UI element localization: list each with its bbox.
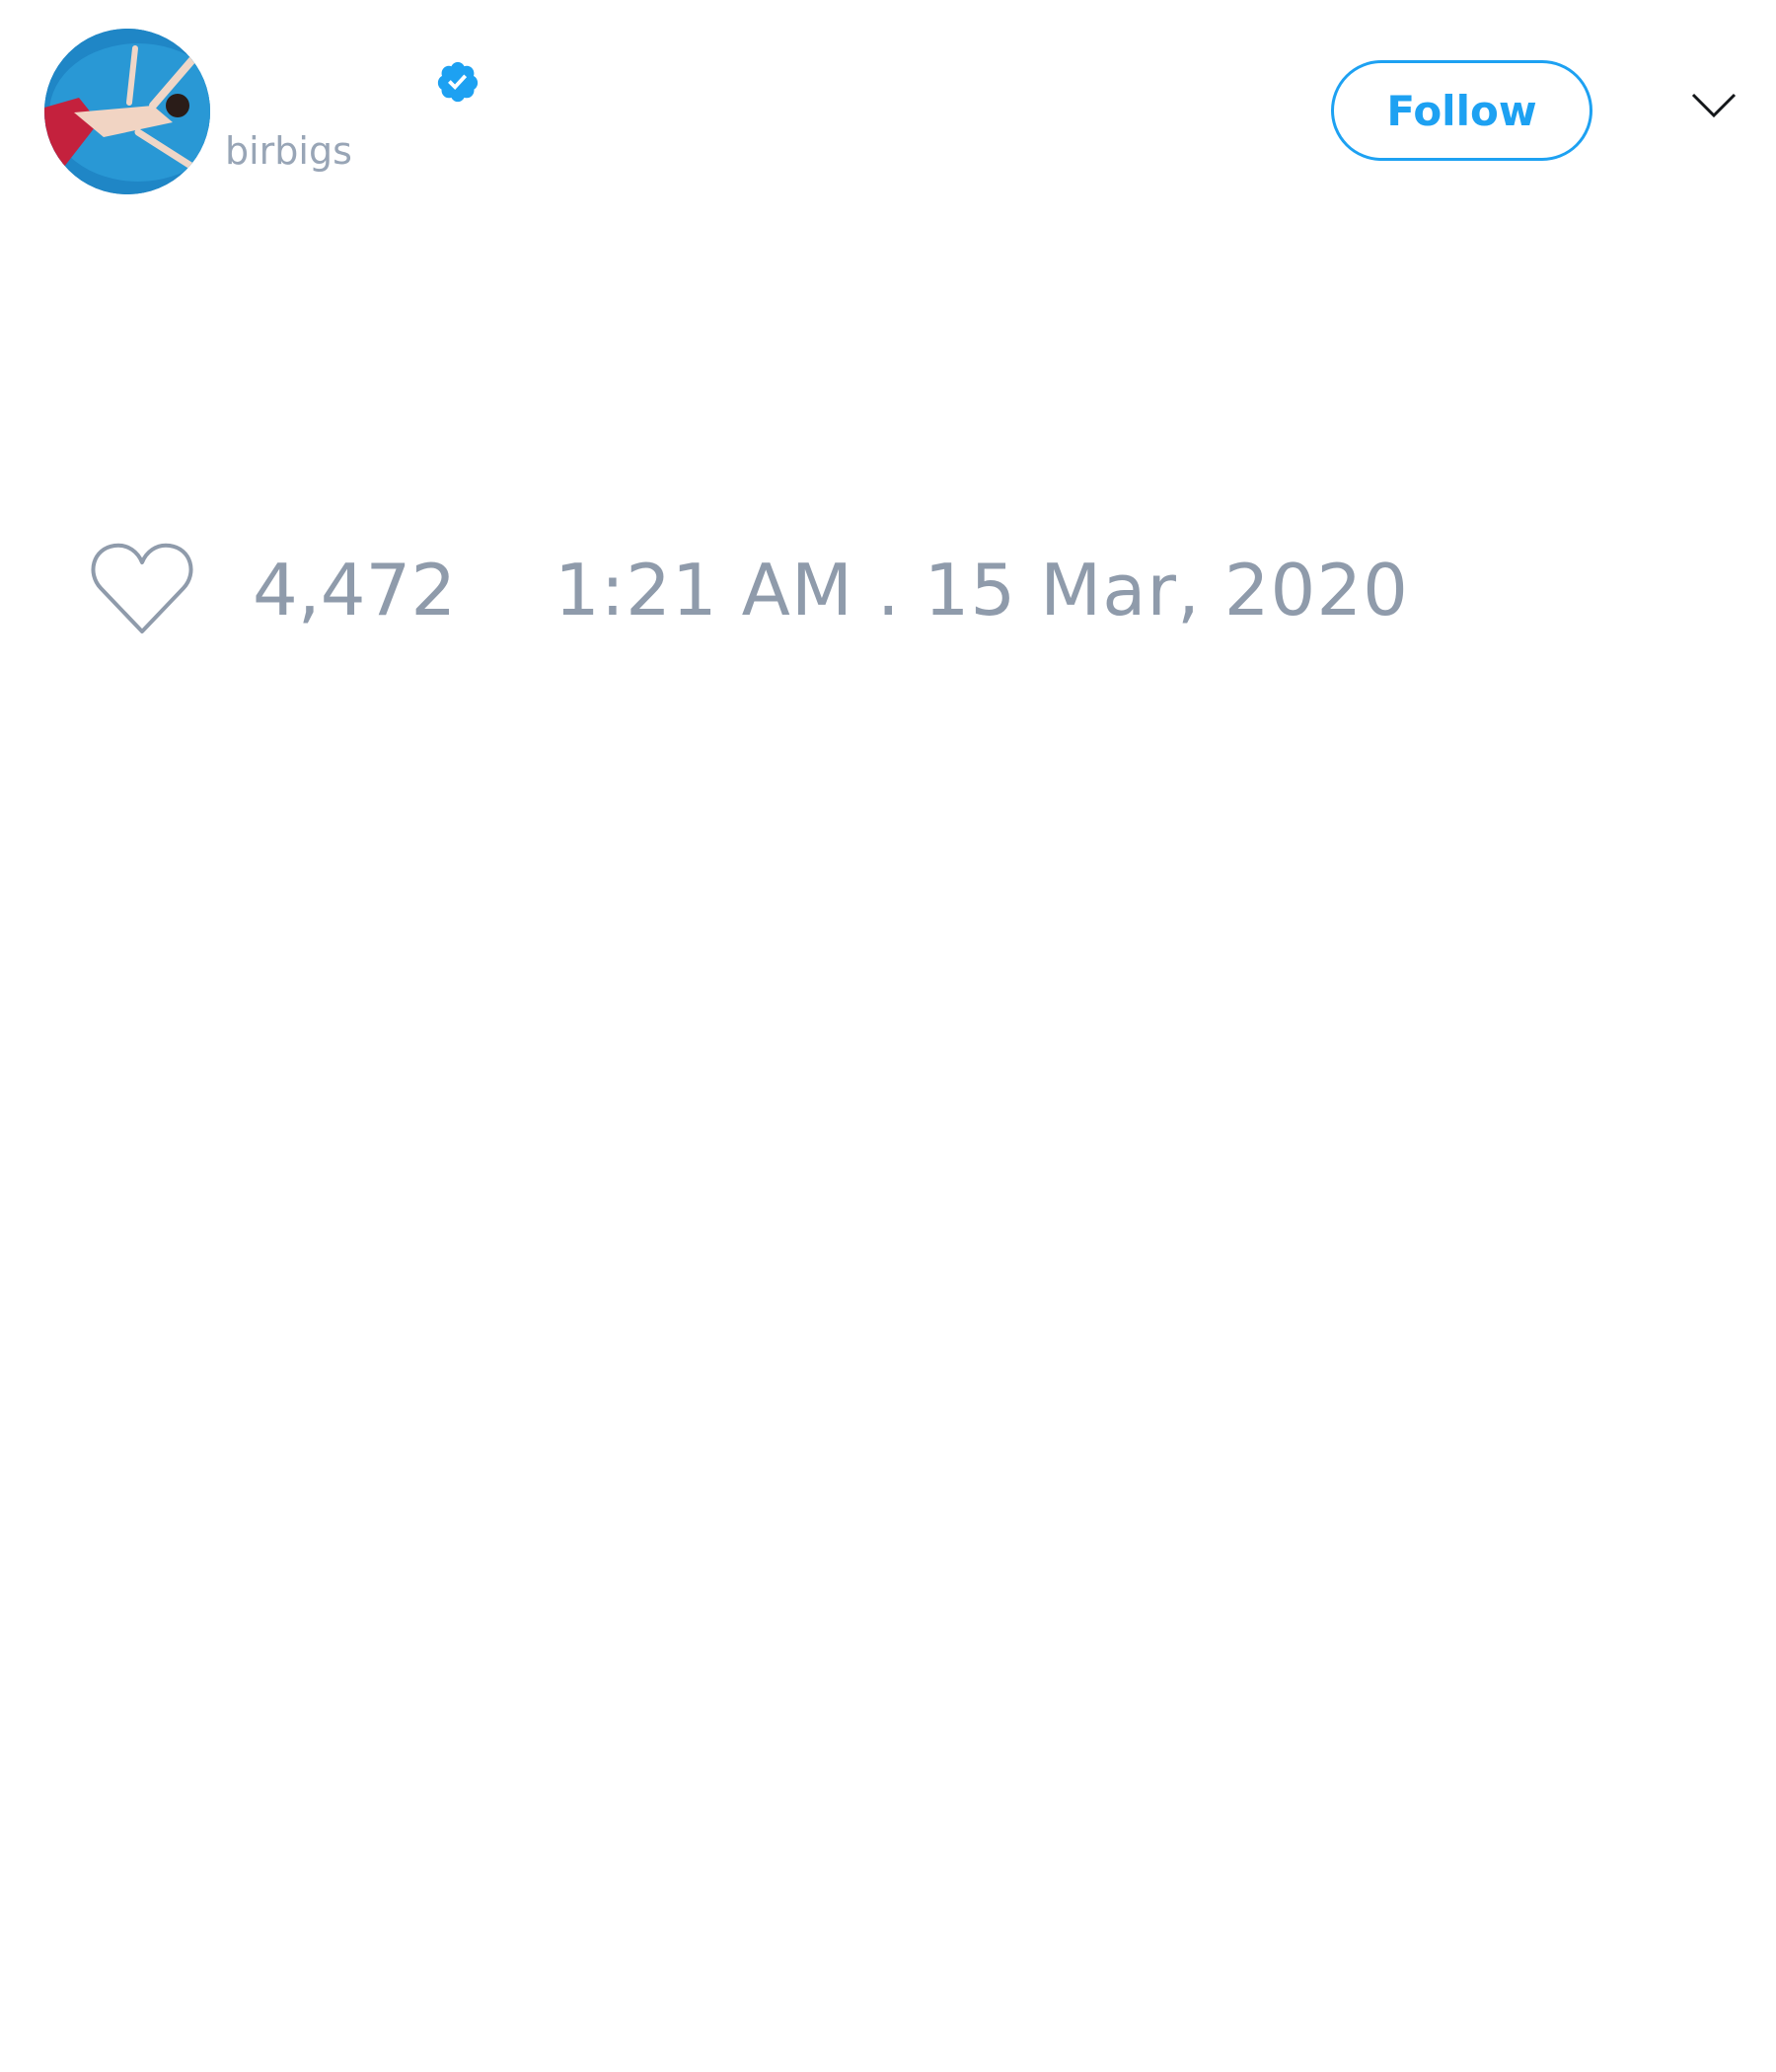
follow-button[interactable]: Follow — [1331, 60, 1592, 161]
chevron-down-icon[interactable] — [1690, 89, 1738, 120]
tweet-timestamp[interactable]: 1:21 AM . 15 Mar, 2020 — [555, 551, 1409, 629]
author-handle[interactable]: birbigs — [225, 128, 352, 174]
avatar[interactable] — [44, 29, 210, 194]
heart-icon[interactable] — [89, 541, 195, 637]
verified-badge-icon — [437, 61, 479, 103]
avatar-photo — [44, 29, 210, 194]
like-count[interactable]: 4,472 — [253, 551, 456, 629]
